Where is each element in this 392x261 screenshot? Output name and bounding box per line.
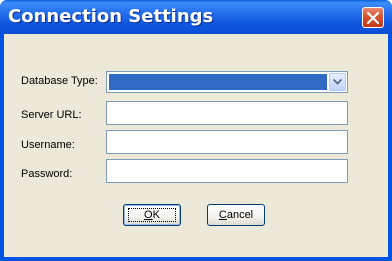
ok-label-rest: K	[152, 209, 160, 221]
database-type-label: Database Type:	[21, 75, 98, 87]
chevron-down-icon	[333, 79, 342, 85]
cancel-mnemonic: C	[218, 209, 227, 221]
dropdown-button[interactable]	[329, 73, 346, 91]
dialog-window: Connection Settings Database Type: Serve…	[0, 0, 392, 261]
username-field[interactable]	[106, 130, 348, 154]
title-bar[interactable]: Connection Settings	[0, 0, 392, 34]
window-title: Connection Settings	[8, 6, 214, 27]
cancel-button[interactable]: Cancel	[207, 204, 265, 226]
ok-button[interactable]: OK	[123, 204, 181, 226]
database-type-value	[109, 74, 327, 90]
dialog-body: Database Type: Server URL: Username: Pas…	[4, 34, 388, 257]
password-field[interactable]	[106, 159, 348, 183]
close-icon	[367, 12, 379, 24]
cancel-label-rest: ancel	[226, 209, 254, 221]
server-url-field[interactable]	[106, 101, 348, 125]
password-label: Password:	[21, 168, 73, 180]
server-url-label: Server URL:	[21, 109, 82, 121]
close-button[interactable]	[362, 7, 384, 28]
ok-mnemonic: O	[144, 209, 153, 221]
username-label: Username:	[21, 139, 75, 151]
database-type-select[interactable]	[106, 71, 348, 93]
